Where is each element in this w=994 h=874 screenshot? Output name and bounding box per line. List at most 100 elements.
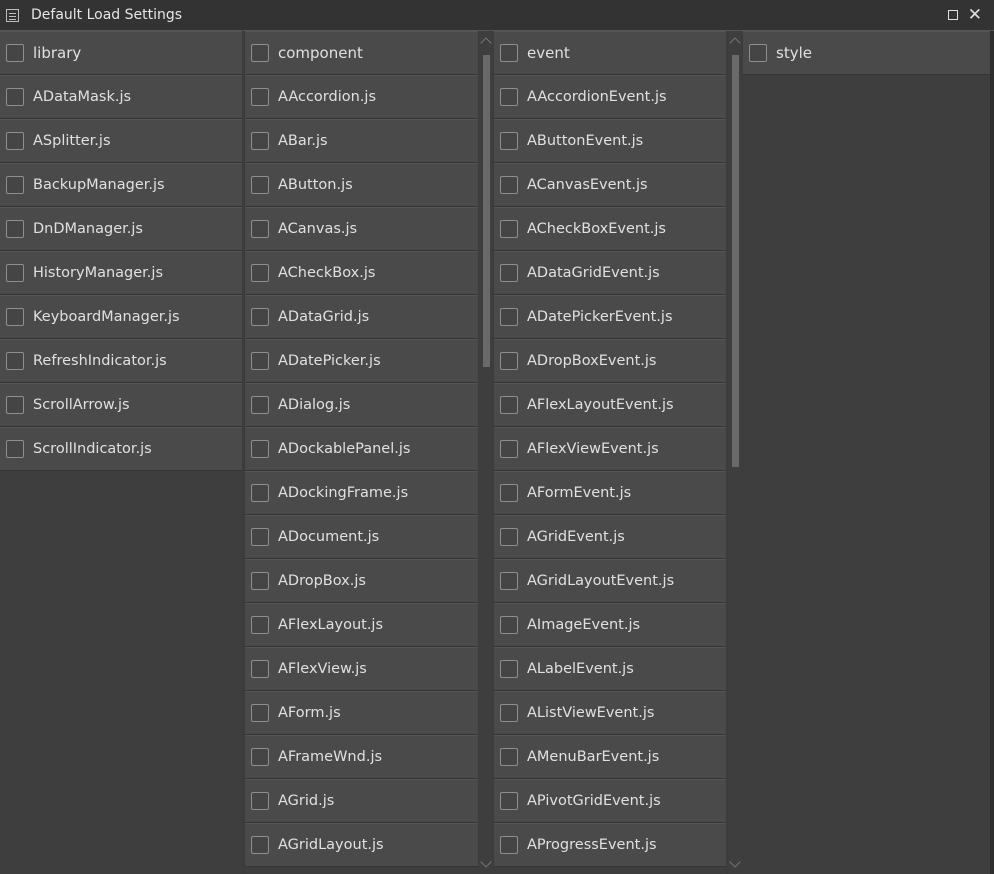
checkbox[interactable]: [500, 44, 518, 62]
checkbox[interactable]: [500, 440, 518, 458]
checkbox[interactable]: [251, 792, 269, 810]
list-item[interactable]: AGridEvent.js: [494, 515, 726, 559]
checkbox[interactable]: [500, 132, 518, 150]
checkbox[interactable]: [251, 396, 269, 414]
list-item[interactable]: ASplitter.js: [0, 119, 242, 163]
list-item[interactable]: ADataMask.js: [0, 75, 242, 119]
scroll-up-arrow-icon[interactable]: [480, 37, 492, 49]
column-header-library[interactable]: library: [0, 31, 242, 75]
column-header-component[interactable]: component: [245, 31, 478, 75]
column-header-style[interactable]: style: [743, 31, 990, 75]
checkbox[interactable]: [251, 748, 269, 766]
checkbox[interactable]: [500, 308, 518, 326]
checkbox[interactable]: [251, 484, 269, 502]
checkbox[interactable]: [500, 88, 518, 106]
scroll-thumb[interactable]: [483, 55, 490, 367]
list-item[interactable]: ADataGridEvent.js: [494, 251, 726, 295]
list-item[interactable]: AProgressEvent.js: [494, 823, 726, 867]
list-item[interactable]: DnDManager.js: [0, 207, 242, 251]
list-item[interactable]: AGridLayout.js: [245, 823, 478, 867]
checkbox[interactable]: [500, 484, 518, 502]
checkbox[interactable]: [500, 660, 518, 678]
list-item[interactable]: AFlexLayoutEvent.js: [494, 383, 726, 427]
close-button[interactable]: ✕: [968, 6, 982, 24]
list-item[interactable]: AFlexView.js: [245, 647, 478, 691]
checkbox[interactable]: [251, 176, 269, 194]
list-item[interactable]: ADropBox.js: [245, 559, 478, 603]
checkbox[interactable]: [6, 264, 24, 282]
list-item[interactable]: ADatePickerEvent.js: [494, 295, 726, 339]
checkbox[interactable]: [251, 440, 269, 458]
checkbox[interactable]: [500, 836, 518, 854]
list-item[interactable]: ACheckBox.js: [245, 251, 478, 295]
list-item[interactable]: ACheckBoxEvent.js: [494, 207, 726, 251]
column-header-event[interactable]: event: [494, 31, 726, 75]
checkbox[interactable]: [500, 792, 518, 810]
scroll-thumb[interactable]: [732, 55, 739, 467]
checkbox[interactable]: [500, 748, 518, 766]
checkbox[interactable]: [6, 440, 24, 458]
list-item[interactable]: ADockablePanel.js: [245, 427, 478, 471]
list-item[interactable]: ADatePicker.js: [245, 339, 478, 383]
checkbox[interactable]: [6, 132, 24, 150]
checkbox[interactable]: [251, 44, 269, 62]
component-scrollbar[interactable]: [479, 31, 493, 874]
checkbox[interactable]: [251, 660, 269, 678]
list-item[interactable]: KeyboardManager.js: [0, 295, 242, 339]
list-item[interactable]: AAccordionEvent.js: [494, 75, 726, 119]
maximize-button[interactable]: [947, 10, 958, 20]
list-item[interactable]: ADropBoxEvent.js: [494, 339, 726, 383]
list-item[interactable]: ACanvasEvent.js: [494, 163, 726, 207]
list-item[interactable]: ScrollArrow.js: [0, 383, 242, 427]
checkbox[interactable]: [251, 616, 269, 634]
checkbox[interactable]: [251, 572, 269, 590]
scroll-down-arrow-icon[interactable]: [480, 856, 492, 868]
list-item[interactable]: AFrameWnd.js: [245, 735, 478, 779]
checkbox[interactable]: [500, 176, 518, 194]
checkbox[interactable]: [500, 396, 518, 414]
list-item[interactable]: ScrollIndicator.js: [0, 427, 242, 471]
checkbox[interactable]: [6, 352, 24, 370]
list-item[interactable]: AMenuBarEvent.js: [494, 735, 726, 779]
list-item[interactable]: AForm.js: [245, 691, 478, 735]
checkbox[interactable]: [6, 176, 24, 194]
list-item[interactable]: AFormEvent.js: [494, 471, 726, 515]
checkbox[interactable]: [251, 264, 269, 282]
list-item[interactable]: AFlexLayout.js: [245, 603, 478, 647]
checkbox[interactable]: [251, 528, 269, 546]
list-item[interactable]: AImageEvent.js: [494, 603, 726, 647]
checkbox[interactable]: [500, 220, 518, 238]
list-item[interactable]: AAccordion.js: [245, 75, 478, 119]
checkbox[interactable]: [251, 704, 269, 722]
checkbox[interactable]: [6, 220, 24, 238]
list-item[interactable]: RefreshIndicator.js: [0, 339, 242, 383]
list-item[interactable]: ADialog.js: [245, 383, 478, 427]
checkbox[interactable]: [6, 308, 24, 326]
checkbox[interactable]: [251, 132, 269, 150]
checkbox[interactable]: [6, 44, 24, 62]
event-scrollbar[interactable]: [728, 31, 742, 874]
list-item[interactable]: AButtonEvent.js: [494, 119, 726, 163]
scroll-up-arrow-icon[interactable]: [729, 37, 741, 49]
list-item[interactable]: ADocument.js: [245, 515, 478, 559]
list-item[interactable]: ABar.js: [245, 119, 478, 163]
checkbox[interactable]: [251, 308, 269, 326]
checkbox[interactable]: [251, 352, 269, 370]
checkbox[interactable]: [500, 528, 518, 546]
checkbox[interactable]: [6, 88, 24, 106]
checkbox[interactable]: [500, 264, 518, 282]
list-item[interactable]: AFlexViewEvent.js: [494, 427, 726, 471]
list-item[interactable]: AGrid.js: [245, 779, 478, 823]
list-item[interactable]: ACanvas.js: [245, 207, 478, 251]
checkbox[interactable]: [251, 836, 269, 854]
list-item[interactable]: HistoryManager.js: [0, 251, 242, 295]
list-item[interactable]: AButton.js: [245, 163, 478, 207]
checkbox[interactable]: [500, 704, 518, 722]
list-item[interactable]: AGridLayoutEvent.js: [494, 559, 726, 603]
checkbox[interactable]: [749, 44, 767, 62]
list-item[interactable]: ADataGrid.js: [245, 295, 478, 339]
list-item[interactable]: AListViewEvent.js: [494, 691, 726, 735]
list-item[interactable]: APivotGridEvent.js: [494, 779, 726, 823]
checkbox[interactable]: [500, 572, 518, 590]
list-item[interactable]: BackupManager.js: [0, 163, 242, 207]
